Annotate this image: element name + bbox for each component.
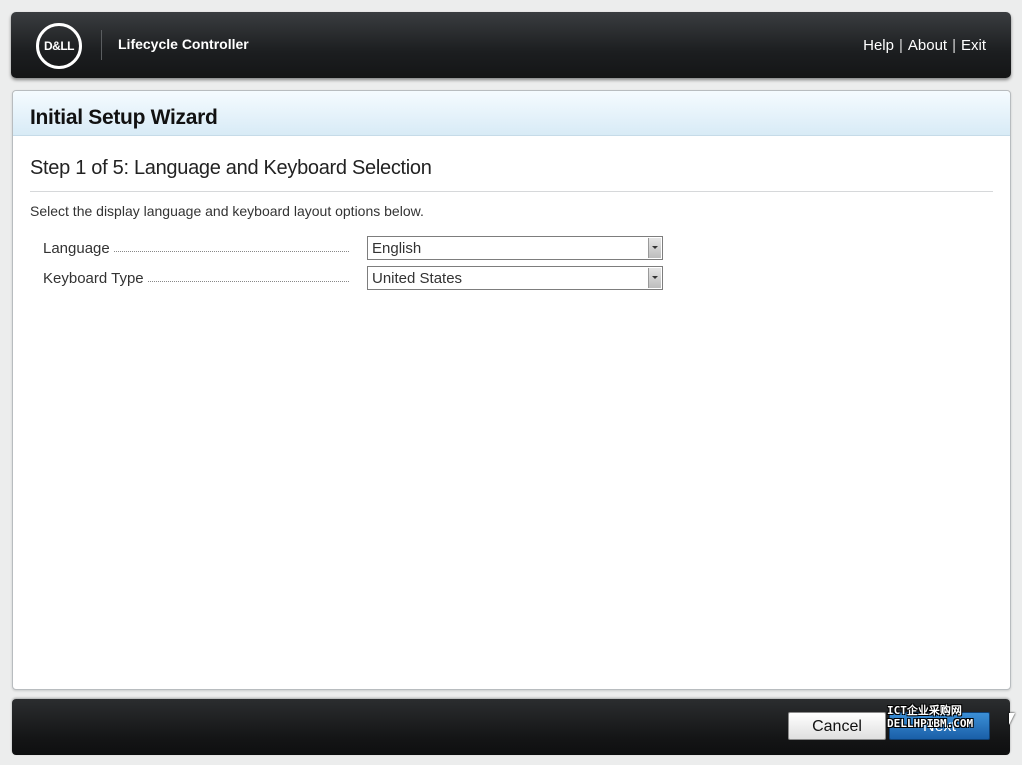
top-header-bar: D&LL Lifecycle Controller Help | About | Exi…: [11, 12, 1011, 78]
leader-dots: [147, 281, 349, 282]
keyboard-type-label-wrap: Keyboard Type: [43, 270, 349, 287]
keyboard-type-select-value: United States: [372, 270, 463, 287]
link-separator: |: [952, 37, 956, 54]
watermark-line-2: DELLHPIBM.COM: [887, 717, 974, 730]
language-row: Language English: [43, 236, 668, 262]
wizard-panel: Initial Setup Wizard Step 1 of 5: Langua…: [12, 90, 1011, 690]
language-label: Language: [43, 240, 110, 257]
product-name: Lifecycle Controller: [118, 36, 249, 52]
step-title: Step 1 of 5: Language and Keyboard Selec…: [30, 157, 432, 179]
link-separator: |: [898, 37, 903, 54]
about-link[interactable]: About: [908, 37, 947, 54]
header-divider: [101, 30, 102, 60]
page-title: Initial Setup Wizard: [30, 106, 218, 129]
help-link[interactable]: Help: [863, 37, 894, 54]
divider: [30, 191, 993, 192]
chevron-down-icon[interactable]: [648, 268, 661, 288]
app-window: D&LL Lifecycle Controller Help | About | Exi…: [0, 0, 1022, 765]
language-select[interactable]: English: [367, 236, 663, 260]
instructions-text: Select the display language and keyboard…: [30, 203, 424, 219]
bottom-action-bar: Cancel Next: [12, 699, 1010, 755]
chevron-down-icon[interactable]: [648, 238, 661, 258]
watermark: ICT企业采购网 DELLHPIBM.COM: [887, 704, 987, 730]
panel-title-bar: Initial Setup Wizard: [13, 91, 1010, 136]
language-select-value: English: [372, 240, 422, 257]
keyboard-type-select[interactable]: United States: [367, 266, 663, 290]
mouse-cursor-icon: [1009, 713, 1015, 725]
cancel-button[interactable]: Cancel: [788, 712, 886, 740]
language-label-wrap: Language: [43, 240, 349, 257]
header-links: Help | About | Exit: [863, 37, 986, 54]
dell-logo-icon: D&LL: [36, 23, 82, 69]
watermark-line-1: ICT企业采购网: [887, 704, 962, 717]
leader-dots: [113, 251, 349, 252]
exit-link[interactable]: Exit: [961, 37, 986, 54]
keyboard-type-label: Keyboard Type: [43, 270, 144, 287]
keyboard-type-row: Keyboard Type United States: [43, 266, 668, 292]
